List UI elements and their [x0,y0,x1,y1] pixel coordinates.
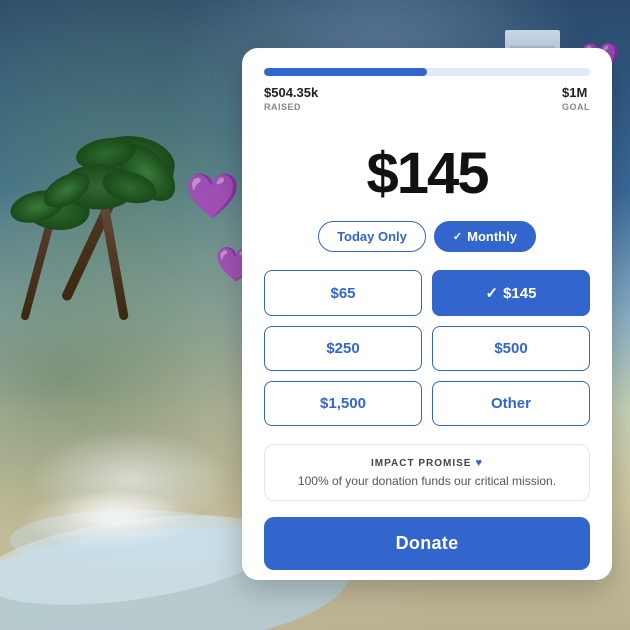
today-only-button[interactable]: Today Only [318,221,426,252]
impact-heart-icon: ♥ [475,457,483,469]
heart-decoration-1: 💜 [185,170,240,222]
selected-amount: $145 [503,285,536,302]
donate-button[interactable]: Donate [264,517,590,570]
impact-section: IMPACT PROMISE ♥ 100% of your donation f… [264,444,590,501]
amount-display: $145 [264,140,590,207]
raised-label: RAISED [264,102,318,112]
progress-section: $504.35k RAISED $1M GOAL [264,68,590,112]
donation-card: $504.35k RAISED $1M GOAL $145 Today Only… [242,48,612,580]
progress-bar-fill [264,68,427,76]
raised-info: $504.35k RAISED [264,84,318,112]
amount-button-145[interactable]: ✓ $145 [432,270,590,316]
amount-button-other[interactable]: Other [432,381,590,426]
checkmark-icon: ✓ [453,230,462,243]
monthly-label: Monthly [467,229,517,244]
amount-button-1500[interactable]: $1,500 [264,381,422,426]
impact-text: 100% of your donation funds our critical… [279,474,575,488]
impact-title-text: IMPACT PROMISE [371,458,471,469]
palm-area [0,80,220,430]
impact-title: IMPACT PROMISE ♥ [279,457,575,469]
frequency-toggle: Today Only ✓ Monthly [264,221,590,252]
progress-bar-track [264,68,590,76]
goal-amount: $1M [562,85,587,100]
progress-labels: $504.35k RAISED $1M GOAL [264,84,590,112]
amount-grid: $65 ✓ $145 $250 $500 $1,500 Other [264,270,590,426]
amount-button-500[interactable]: $500 [432,326,590,371]
goal-label: GOAL [562,102,590,112]
amount-button-65[interactable]: $65 [264,270,422,316]
monthly-button[interactable]: ✓ Monthly [434,221,536,252]
selected-checkmark: ✓ [486,284,499,302]
amount-button-250[interactable]: $250 [264,326,422,371]
raised-amount: $504.35k [264,85,318,100]
goal-info: $1M GOAL [562,84,590,112]
